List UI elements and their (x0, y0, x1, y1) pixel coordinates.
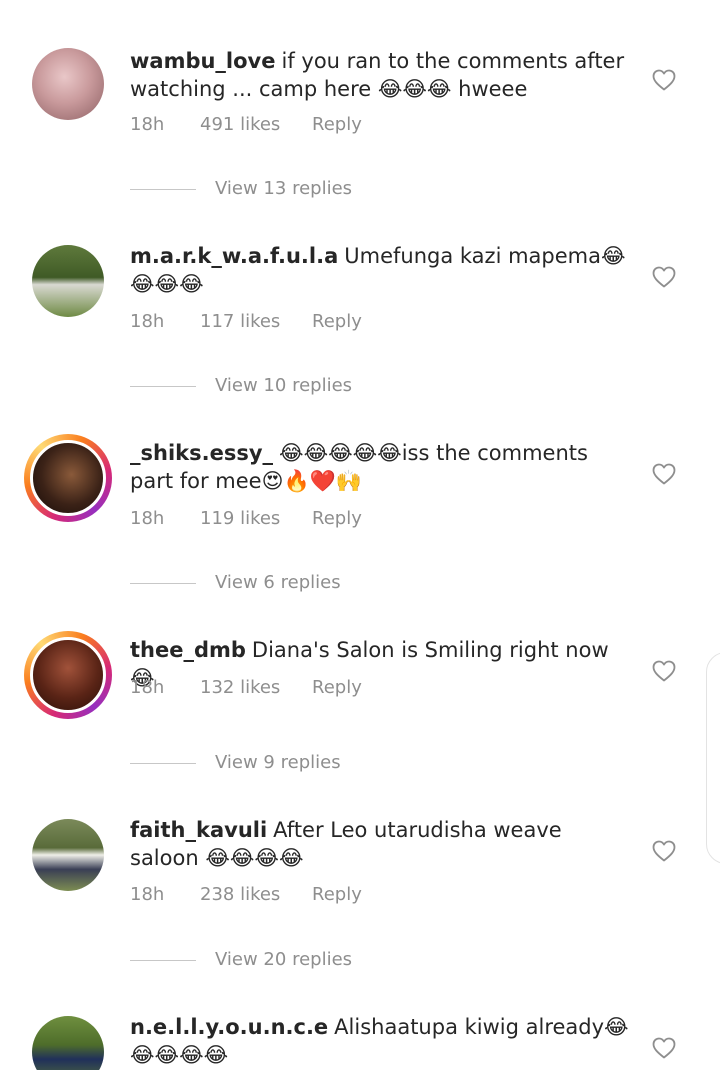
reply-button[interactable]: Reply (312, 310, 362, 334)
replies-divider (130, 386, 196, 387)
heart-outline-icon[interactable] (652, 266, 676, 288)
avatar-photo (30, 440, 106, 516)
heart-outline-icon[interactable] (652, 1037, 676, 1059)
view-replies-label[interactable]: View 10 replies (215, 374, 352, 398)
replies-divider (130, 189, 196, 190)
comment-likes[interactable]: 491 likes (200, 113, 280, 137)
comment-username[interactable]: m.a.r.k_w.a.f.u.l.a (130, 244, 338, 268)
comment-time: 18h (130, 508, 165, 529)
view-replies-label[interactable]: View 9 replies (215, 751, 341, 775)
replies-divider (130, 960, 196, 961)
comment-body: _shiks.essy_ 😂😂😂😂😂iss the comments part f… (130, 439, 630, 495)
avatar[interactable] (32, 48, 104, 120)
replies-divider (130, 763, 196, 764)
comment-likes[interactable]: 132 likes (200, 676, 280, 700)
view-replies-button[interactable]: View 6 replies (130, 571, 430, 595)
comment-username[interactable]: _shiks.essy_ (130, 441, 273, 465)
comment-username[interactable]: wambu_love (130, 49, 276, 73)
reply-button[interactable]: Reply (312, 883, 362, 907)
comment-body: m.a.r.k_w.a.f.u.l.a Umefunga kazi mapema😂… (130, 242, 630, 298)
comment-time: 18h (130, 884, 165, 905)
reply-button[interactable]: Reply (312, 507, 362, 531)
comment-time: 18h (130, 114, 165, 135)
comment-username[interactable]: n.e.l.l.y.o.u.n.c.e (130, 1015, 328, 1039)
reply-button[interactable]: Reply (312, 113, 362, 137)
heart-outline-icon[interactable] (652, 840, 676, 862)
avatar-photo (32, 48, 104, 120)
avatar-photo (30, 637, 106, 713)
view-replies-button[interactable]: View 13 replies (130, 177, 430, 201)
comments-page: wambu_love if you ran to the comments aft… (0, 0, 720, 1070)
comment-body: faith_kavuli After Leo utarudisha weave s… (130, 816, 630, 872)
comment-body: wambu_love if you ran to the comments aft… (130, 47, 630, 103)
view-replies-label[interactable]: View 20 replies (215, 948, 352, 972)
view-replies-button[interactable]: View 9 replies (130, 751, 430, 775)
comment-likes[interactable]: 238 likes (200, 883, 280, 907)
comment-time: 18h (130, 677, 165, 698)
reply-button[interactable]: Reply (312, 676, 362, 700)
comment-username[interactable]: faith_kavuli (130, 818, 267, 842)
avatar-photo (32, 819, 104, 891)
replies-divider (130, 583, 196, 584)
view-replies-label[interactable]: View 6 replies (215, 571, 341, 595)
avatar-photo (32, 245, 104, 317)
heart-outline-icon[interactable] (652, 463, 676, 485)
heart-outline-icon[interactable] (652, 660, 676, 682)
avatar[interactable] (32, 245, 104, 317)
side-panel-edge[interactable] (706, 652, 720, 864)
avatar[interactable] (32, 819, 104, 891)
avatar[interactable] (24, 434, 112, 522)
heart-outline-icon[interactable] (652, 69, 676, 91)
comment-likes[interactable]: 119 likes (200, 507, 280, 531)
comment-username[interactable]: thee_dmb (130, 638, 246, 662)
comment-body: n.e.l.l.y.o.u.n.c.e Alishaatupa kiwig alr… (130, 1013, 630, 1069)
comment-likes[interactable]: 117 likes (200, 310, 280, 334)
view-replies-button[interactable]: View 20 replies (130, 948, 430, 972)
avatar[interactable] (32, 1016, 104, 1070)
view-replies-label[interactable]: View 13 replies (215, 177, 352, 201)
view-replies-button[interactable]: View 10 replies (130, 374, 430, 398)
avatar-photo (32, 1016, 104, 1070)
avatar[interactable] (24, 631, 112, 719)
comment-time: 18h (130, 311, 165, 332)
